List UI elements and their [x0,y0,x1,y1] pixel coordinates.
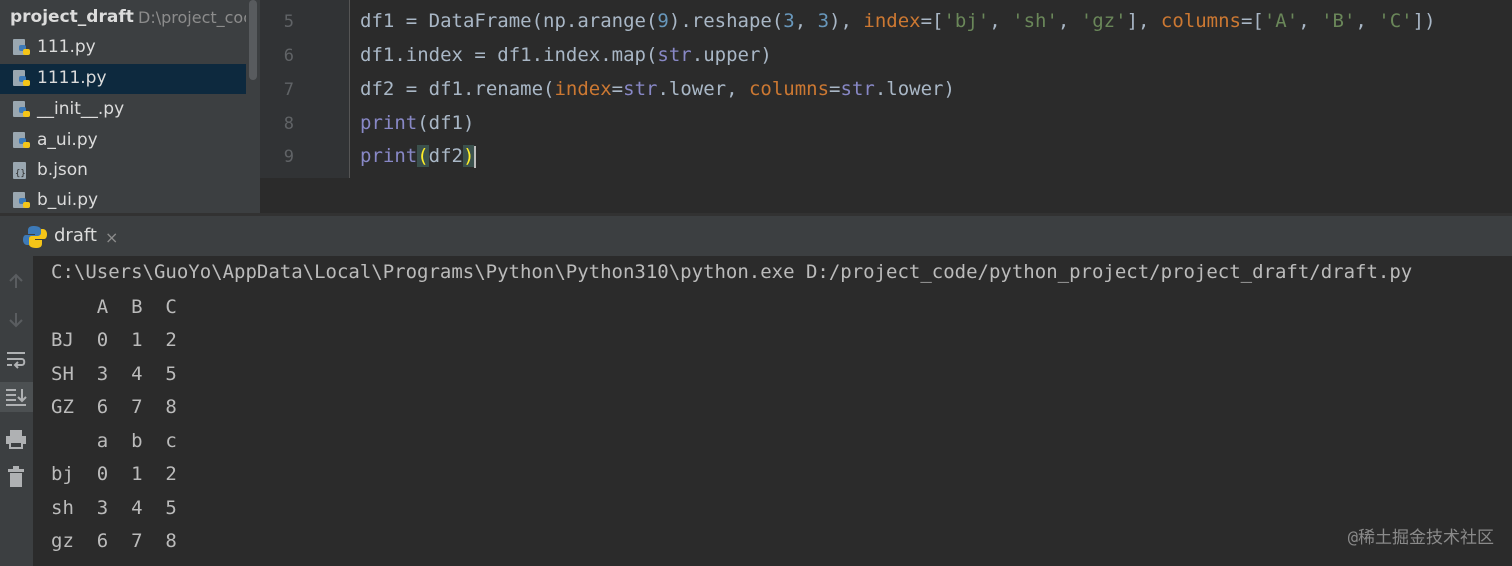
tree-item-1111-py[interactable]: 1111.py [0,64,246,94]
arrow-down-icon[interactable] [0,305,33,335]
tree-item-init-py[interactable]: __init__.py [0,95,246,125]
python-file-icon [13,101,30,117]
python-file-icon [13,70,30,86]
tree-scrollbar-thumb[interactable] [249,0,257,80]
python-file-icon [13,132,30,148]
python-file-icon [13,192,30,208]
console-line: C:\Users\GuoYo\AppData\Local\Programs\Py… [51,261,1413,283]
run-tool-window-header: draft × [0,216,1512,256]
tree-scrollbar[interactable] [246,0,260,213]
console-line: A B C [51,296,177,318]
project-root-path: D:\project_coc [138,8,253,27]
line-number-gutter: 5 6 7 8 9 [260,0,350,178]
tree-item-b-ui-py[interactable]: b_ui.py [0,186,246,213]
code-editor[interactable]: 5 6 7 8 9 df1 = DataFrame(np.arange(9).r… [260,0,1512,178]
tree-item-label: b.json [37,160,88,180]
close-icon[interactable]: × [105,228,118,247]
console-line: bj 0 1 2 [51,463,177,485]
run-tab-label: draft [54,225,97,246]
trash-icon[interactable] [0,462,33,492]
tree-item-b-json[interactable]: {} b.json [0,156,246,186]
print-icon[interactable] [0,424,33,454]
tree-item-label: 111.py [37,37,96,57]
line-number: 6 [283,46,294,66]
line-number: 7 [283,80,294,100]
console-line: SH 3 4 5 [51,363,177,385]
console-line: a b c [51,430,177,452]
json-file-icon: {} [13,162,26,179]
python-run-icon [23,226,47,248]
console-line: sh 3 4 5 [51,497,177,519]
code-line[interactable]: df1.index = df1.index.map(str.upper) [360,44,772,66]
text-caret [474,145,477,168]
python-file-icon [13,39,30,55]
project-root-name: project_draft [10,7,134,27]
arrow-up-icon[interactable] [0,266,33,296]
code-line[interactable]: print(df2) [360,145,477,168]
console-output[interactable]: C:\Users\GuoYo\AppData\Local\Programs\Py… [33,256,1512,566]
svg-text:{}: {} [15,169,26,179]
scroll-to-end-icon[interactable] [0,382,33,412]
code-line[interactable]: df1 = DataFrame(np.arange(9).reshape(3, … [360,10,1436,32]
line-number: 8 [283,114,294,134]
tree-item-label: a_ui.py [37,130,98,150]
console-line: gz 6 7 8 [51,530,177,552]
code-line[interactable]: print(df1) [360,112,474,134]
console-line: BJ 0 1 2 [51,329,177,351]
code-line[interactable]: df2 = df1.rename(index=str.lower, column… [360,78,955,100]
soft-wrap-icon[interactable] [0,344,33,374]
project-root-node[interactable]: project_draft D:\project_coc [0,5,260,31]
project-tree-panel: project_draft D:\project_coc 111.py 1111… [0,0,260,213]
gutter-divider [349,0,350,178]
watermark: @稀土掘金技术社区 [1347,528,1494,548]
tree-item-label: __init__.py [37,99,125,119]
tree-item-label: b_ui.py [37,190,99,210]
line-number: 9 [283,147,294,167]
tree-item-label: 1111.py [37,68,107,88]
run-toolbar [0,256,33,566]
console-line: GZ 6 7 8 [51,396,177,418]
tree-item-a-ui-py[interactable]: a_ui.py [0,126,246,156]
line-number: 5 [283,12,294,32]
tree-item-111-py[interactable]: 111.py [0,33,246,63]
